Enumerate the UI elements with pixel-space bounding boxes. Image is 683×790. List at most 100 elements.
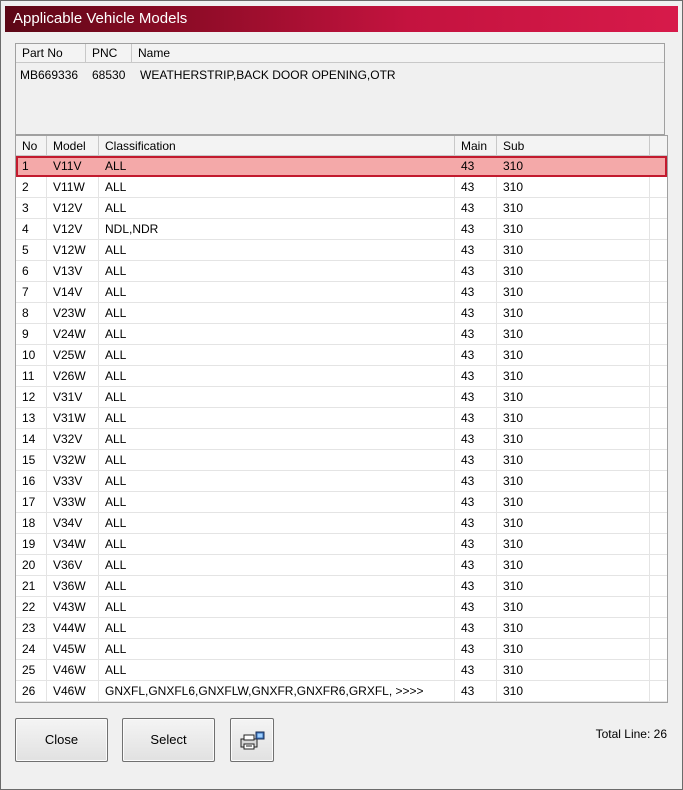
cell-sub: 310 <box>497 177 650 197</box>
cell-filler <box>650 681 667 701</box>
cell-filler <box>650 345 667 365</box>
cell-model: V24W <box>47 324 99 344</box>
cell-sub: 310 <box>497 492 650 512</box>
cell-no: 1 <box>22 159 29 173</box>
cell-sub: 310 <box>497 429 650 449</box>
cell-no: 21 <box>16 576 47 596</box>
close-button[interactable]: Close <box>15 718 108 762</box>
cell-classification: ALL <box>99 534 455 554</box>
cell-filler <box>650 303 667 323</box>
table-row[interactable]: 7 V14V ALL 43 310 <box>16 282 667 303</box>
cell-filler <box>650 639 667 659</box>
table-row[interactable]: 25 V46W ALL 43 310 <box>16 660 667 681</box>
cell-main: 43 <box>455 345 497 365</box>
table-row[interactable]: 1 V11V ALL 43 310 <box>16 156 667 177</box>
part-info-panel: Part No PNC Name MB669336 68530 WEATHERS… <box>15 43 665 135</box>
cell-no: 18 <box>16 513 47 533</box>
table-row[interactable]: 12 V31V ALL 43 310 <box>16 387 667 408</box>
cell-classification: ALL <box>99 408 455 428</box>
cell-filler <box>650 429 667 449</box>
table-row[interactable]: 20 V36V ALL 43 310 <box>16 555 667 576</box>
cell-classification: ALL <box>99 198 455 218</box>
cell-sub: 310 <box>497 534 650 554</box>
cell-main: 43 <box>455 219 497 239</box>
cell-main: 43 <box>455 366 497 386</box>
table-row[interactable]: 26 V46W GNXFL,GNXFL6,GNXFLW,GNXFR,GNXFR6,G… <box>16 681 667 702</box>
cell-main: 43 <box>455 492 497 512</box>
table-row[interactable]: 18 V34V ALL 43 310 <box>16 513 667 534</box>
cell-model: V12V <box>47 198 99 218</box>
cell-model: V33V <box>47 471 99 491</box>
table-row[interactable]: 9 V24W ALL 43 310 <box>16 324 667 345</box>
cell-sub: 310 <box>497 597 650 617</box>
cell-sub: 310 <box>497 219 650 239</box>
table-row[interactable]: 22 V43W ALL 43 310 <box>16 597 667 618</box>
cell-sub: 310 <box>497 408 650 428</box>
table-row[interactable]: 4 V12V NDL,NDR 43 310 <box>16 219 667 240</box>
table-row[interactable]: 17 V33W ALL 43 310 <box>16 492 667 513</box>
column-header-sub[interactable]: Sub <box>497 136 650 156</box>
cell-model: V46W <box>47 681 99 701</box>
cell-sub: 310 <box>497 450 650 470</box>
cell-main: 43 <box>455 282 497 302</box>
cell-model: V32W <box>47 450 99 470</box>
cell-main: 43 <box>455 450 497 470</box>
cell-filler <box>650 618 667 638</box>
pnc-value: 68530 <box>92 68 126 82</box>
table-row[interactable]: 14 V32V ALL 43 310 <box>16 429 667 450</box>
header-name: Name <box>138 46 171 60</box>
cell-sub: 310 <box>497 366 650 386</box>
cell-classification: ALL <box>99 639 455 659</box>
cell-model: V36V <box>47 555 99 575</box>
column-header-no[interactable]: No <box>16 136 47 156</box>
part-no-value: MB669336 <box>20 68 79 82</box>
table-row[interactable]: 13 V31W ALL 43 310 <box>16 408 667 429</box>
cell-no: 9 <box>16 324 47 344</box>
table-row[interactable]: 15 V32W ALL 43 310 <box>16 450 667 471</box>
table-row[interactable]: 8 V23W ALL 43 310 <box>16 303 667 324</box>
cell-filler <box>650 597 667 617</box>
cell-model: V33W <box>47 492 99 512</box>
cell-model: V46W <box>47 660 99 680</box>
cell-no: 10 <box>16 345 47 365</box>
column-header-classification[interactable]: Classification <box>99 136 455 156</box>
window-title: Applicable Vehicle Models <box>5 6 678 32</box>
cell-main: 43 <box>455 387 497 407</box>
column-header-model[interactable]: Model <box>47 136 99 156</box>
table-row[interactable]: 3 V12V ALL 43 310 <box>16 198 667 219</box>
table-row[interactable]: 2 V11W ALL 43 310 <box>16 177 667 198</box>
table-row[interactable]: 21 V36W ALL 43 310 <box>16 576 667 597</box>
cell-model: V44W <box>47 618 99 638</box>
table-row[interactable]: 11 V26W ALL 43 310 <box>16 366 667 387</box>
cell-main: 43 <box>455 471 497 491</box>
print-button[interactable] <box>230 718 274 762</box>
column-header-main[interactable]: Main <box>455 136 497 156</box>
table-row[interactable]: 23 V44W ALL 43 310 <box>16 618 667 639</box>
cell-model: V11V <box>53 159 82 173</box>
table-row[interactable]: 10 V25W ALL 43 310 <box>16 345 667 366</box>
cell-filler <box>650 177 667 197</box>
cell-model: V14V <box>47 282 99 302</box>
cell-model: V36W <box>47 576 99 596</box>
cell-classification: ALL <box>99 324 455 344</box>
cell-filler <box>650 408 667 428</box>
cell-no: 6 <box>16 261 47 281</box>
cell-main: 43 <box>455 639 497 659</box>
printer-icon <box>240 731 265 750</box>
cell-no: 2 <box>16 177 47 197</box>
select-button[interactable]: Select <box>122 718 215 762</box>
table-row[interactable]: 24 V45W ALL 43 310 <box>16 639 667 660</box>
table-row[interactable]: 16 V33V ALL 43 310 <box>16 471 667 492</box>
table-row[interactable]: 5 V12W ALL 43 310 <box>16 240 667 261</box>
cell-no: 5 <box>16 240 47 260</box>
cell-filler <box>650 450 667 470</box>
cell-sub: 310 <box>497 576 650 596</box>
cell-classification: ALL <box>99 261 455 281</box>
table-row[interactable]: 19 V34W ALL 43 310 <box>16 534 667 555</box>
cell-model: V31V <box>47 387 99 407</box>
cell-classification: ALL <box>99 597 455 617</box>
cell-model: V12W <box>47 240 99 260</box>
cell-main: 43 <box>455 618 497 638</box>
table-row[interactable]: 6 V13V ALL 43 310 <box>16 261 667 282</box>
cell-classification: ALL <box>99 513 455 533</box>
